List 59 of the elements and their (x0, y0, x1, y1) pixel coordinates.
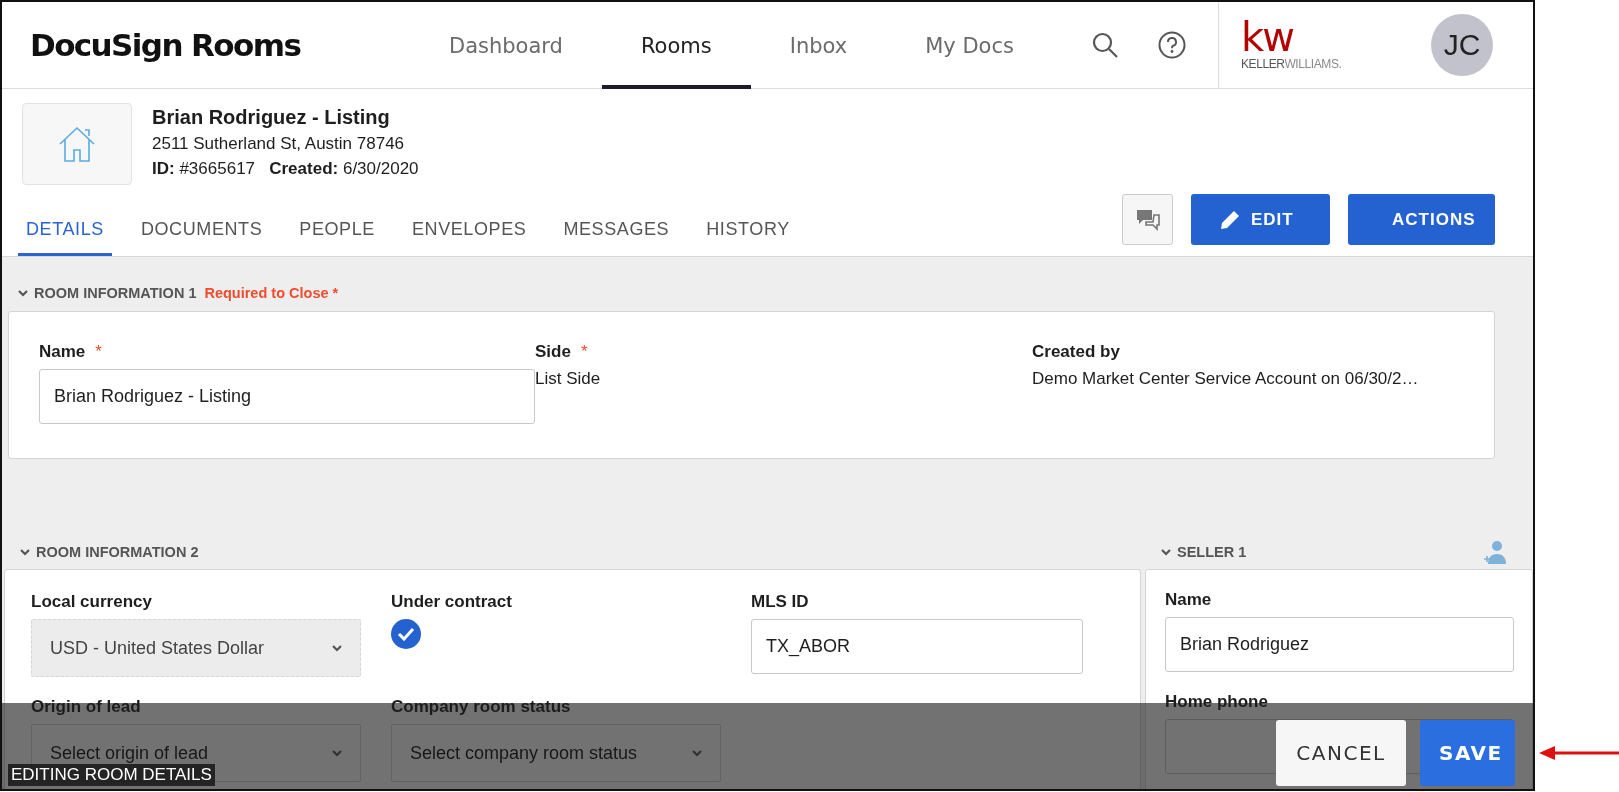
section-tab[interactable]: HISTORY (698, 199, 798, 256)
input-field[interactable]: TX_ABOR (751, 619, 1083, 674)
cancel-button[interactable]: CANCEL (1276, 720, 1406, 786)
field-value: Demo Market Center Service Account on 06/30/2… (1032, 369, 1420, 389)
chevron-icon (20, 548, 30, 556)
select-field[interactable]: Select company room status (391, 724, 721, 782)
field-label: Under contract (391, 592, 512, 612)
chevron-icon (1161, 548, 1171, 556)
brand-name: KELLERWILLIAMS. (1241, 58, 1342, 70)
user-avatar[interactable]: JC (1431, 14, 1493, 76)
nav-tab[interactable]: Inbox (750, 2, 887, 89)
chevron-icon (692, 749, 702, 757)
room-title: Brian Rodriguez - Listing (152, 106, 391, 129)
bar-title: EDITING ROOM DETAILS (8, 764, 215, 786)
section-tab[interactable]: PEOPLE (291, 199, 383, 256)
section-tab[interactable]: ENVELOPES (403, 199, 535, 256)
section-title[interactable]: SELLER 1 (1177, 544, 1247, 560)
nav-tab[interactable]: My Docs (886, 2, 1053, 89)
section-tab[interactable]: MESSAGES (555, 199, 678, 256)
search-icon[interactable] (1092, 32, 1118, 58)
field-label: Company room status (391, 697, 571, 717)
chat-bubbles-icon (1134, 207, 1161, 232)
created-date: 6/30/2020 (342, 159, 419, 178)
room-id: #3665617 (179, 159, 256, 178)
chevron-icon (332, 644, 342, 652)
section-title[interactable]: ROOM INFORMATION 1 (34, 285, 197, 301)
brand-mark: kw (1241, 20, 1293, 54)
room-address: 2511 Sutherland St, Austin 78746 (152, 134, 406, 154)
checkmark-icon (397, 627, 415, 641)
field-label: Side (535, 342, 571, 362)
field-label: Created by (1032, 342, 1120, 362)
field-label: Local currency (31, 592, 152, 612)
comments-button[interactable] (1122, 194, 1173, 245)
section-title[interactable]: ROOM INFORMATION 2 (36, 544, 199, 560)
created-label: Created: (269, 159, 339, 178)
nav-tab[interactable]: Dashboard (410, 2, 602, 89)
input-field[interactable]: Brian Rodriguez (1165, 617, 1514, 672)
section-tab[interactable]: DOCUMENTS (132, 199, 271, 256)
input-field[interactable]: Brian Rodriguez - Listing (39, 369, 535, 424)
help-icon[interactable] (1158, 31, 1186, 59)
actions-button[interactable]: ACTIONS (1348, 194, 1495, 245)
checkbox[interactable] (391, 619, 421, 649)
house-icon (57, 125, 97, 163)
field-label: Name (1165, 590, 1212, 610)
field-value: List Side (535, 369, 602, 389)
chevron-icon (332, 749, 342, 757)
app-logo: DocuSign Rooms (29, 27, 302, 63)
required-mark: * (580, 342, 588, 362)
chevron-icon (18, 289, 28, 297)
field-label: MLS ID (751, 592, 809, 612)
nav-tab[interactable]: Rooms (601, 2, 751, 89)
edit-button[interactable]: EDIT (1191, 194, 1330, 245)
field-label: Name (39, 342, 86, 362)
id-label: ID: (152, 159, 175, 178)
required-mark: * (95, 342, 102, 362)
required-note: Required to Close * (204, 285, 339, 301)
pencil-icon (1219, 208, 1241, 231)
field-label: Origin of lead (31, 697, 141, 717)
save-button[interactable]: SAVE (1420, 720, 1515, 786)
